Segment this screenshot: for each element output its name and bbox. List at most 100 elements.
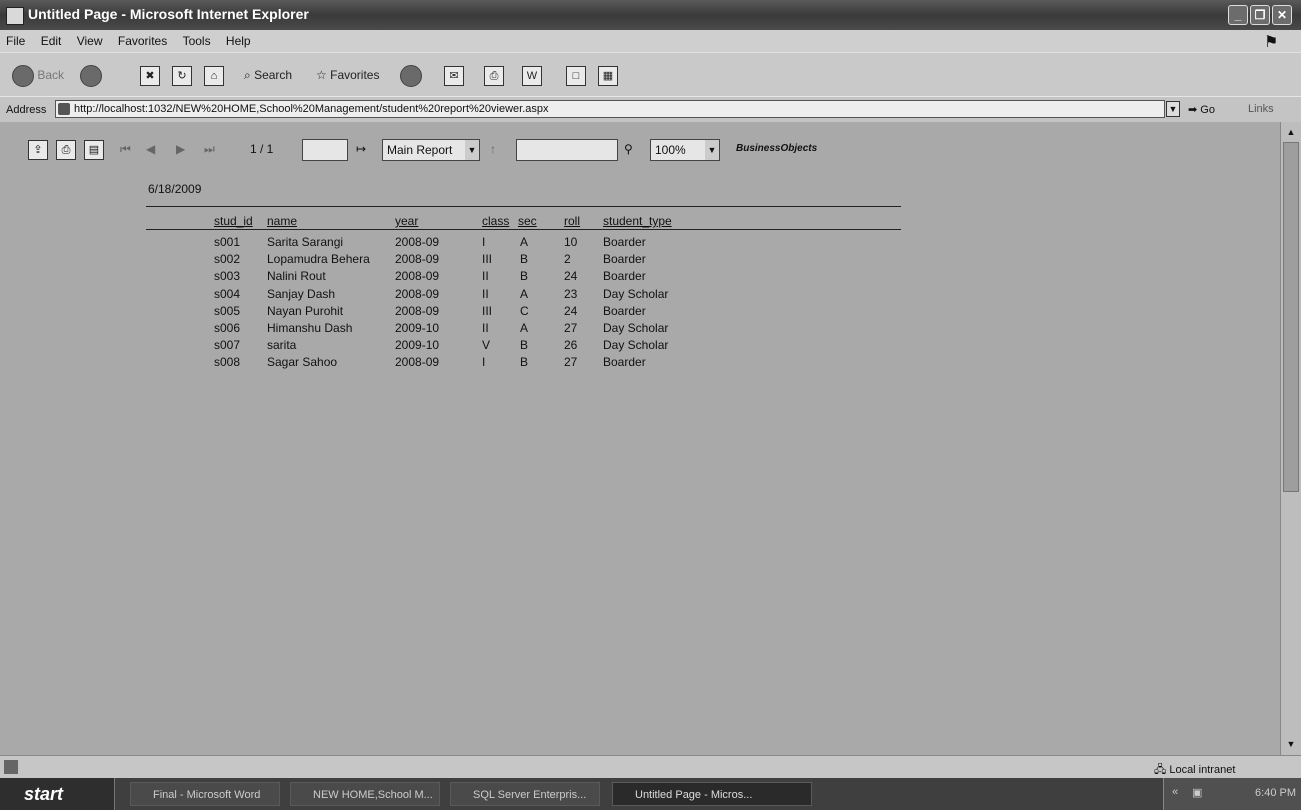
cell-stud-id: s001 xyxy=(214,235,241,249)
discuss-icon: □ xyxy=(566,65,586,86)
cell-name: Sarita Sarangi xyxy=(267,235,344,249)
task-label: Final - Microsoft Word xyxy=(153,789,261,801)
go-button[interactable]: ➡ Go xyxy=(1188,103,1215,116)
task-word[interactable]: Final - Microsoft Word xyxy=(130,782,280,806)
messenger-button[interactable]: ▦ xyxy=(598,62,618,88)
maximize-button[interactable]: ❐ xyxy=(1250,5,1270,25)
system-tray: « ▣ 6:40 PM xyxy=(1163,778,1301,810)
next-page-button[interactable]: ▶ xyxy=(176,138,185,160)
goto-page-button[interactable]: ↦ xyxy=(356,138,366,160)
url-text: http://localhost:1032/NEW%20HOME,School%… xyxy=(74,103,549,115)
star-icon: ☆ xyxy=(316,68,327,82)
edit-button[interactable]: W xyxy=(522,62,542,88)
menu-view[interactable]: View xyxy=(71,30,109,48)
ie-page-icon xyxy=(6,7,24,25)
find-button[interactable]: ⚲ xyxy=(624,138,633,160)
cell-stud-id: s004 xyxy=(214,286,241,301)
task-sql-server[interactable]: SQL Server Enterpris... xyxy=(450,782,600,806)
print-report-button[interactable]: ⎙ xyxy=(56,138,76,160)
tray-network-icon[interactable]: ▣ xyxy=(1192,786,1202,799)
go-label: Go xyxy=(1200,104,1215,116)
report-divider xyxy=(146,206,901,207)
scroll-up-icon[interactable]: ▲ xyxy=(1283,124,1299,140)
minimize-button[interactable]: _ xyxy=(1228,5,1248,25)
cell-stud-id: s002 xyxy=(214,252,241,267)
cell-class: II xyxy=(482,321,489,335)
forward-button[interactable] xyxy=(80,62,102,88)
prev-page-button[interactable]: ◀ xyxy=(146,138,155,160)
page-done-icon xyxy=(4,760,18,774)
back-arrow-icon xyxy=(12,64,34,87)
cell-name: Himanshu Dash xyxy=(267,321,353,335)
vertical-scrollbar[interactable]: ▲ ▼ xyxy=(1280,122,1301,755)
scroll-thumb[interactable] xyxy=(1283,142,1299,492)
menu-tools[interactable]: Tools xyxy=(177,30,217,48)
binoculars-icon: ⚲ xyxy=(624,142,633,156)
cell-year: 2008-09 xyxy=(395,355,440,370)
cell-roll: 23 xyxy=(564,286,578,301)
discuss-button[interactable]: □ xyxy=(566,62,586,88)
print-icon: ⎙ xyxy=(484,65,504,86)
start-button[interactable]: start xyxy=(0,778,115,810)
favorites-button[interactable]: ☆ Favorites xyxy=(316,62,379,88)
cell-roll: 2 xyxy=(564,252,571,267)
report-select[interactable]: Main Report ▼ xyxy=(382,138,480,161)
goto-arrow-icon: ↦ xyxy=(356,142,367,156)
menu-edit[interactable]: Edit xyxy=(35,30,68,48)
last-page-button[interactable]: ⏭ xyxy=(204,138,215,160)
printer-icon: ⎙ xyxy=(56,139,76,160)
drill-up-button[interactable]: ↑ xyxy=(490,138,496,160)
search-text-input[interactable] xyxy=(516,138,618,161)
cell-stud-id: s003 xyxy=(214,269,241,284)
first-page-button[interactable]: ⏮ xyxy=(120,138,131,160)
search-button[interactable]: ⌕ Search xyxy=(244,62,292,88)
mail-button[interactable]: ✉ xyxy=(444,62,464,88)
table-row: s008 Sagar Sahoo 2008-09 I B 27 Boarder xyxy=(146,355,901,372)
chevron-down-icon: ▼ xyxy=(465,139,479,160)
history-icon xyxy=(400,64,422,87)
messenger-icon: ▦ xyxy=(598,65,618,86)
links-button[interactable]: Links xyxy=(1248,103,1274,115)
url-input[interactable]: http://localhost:1032/NEW%20HOME,School%… xyxy=(55,100,1165,118)
back-button[interactable]: Back xyxy=(12,62,64,88)
address-label: Address xyxy=(6,104,47,116)
history-button[interactable] xyxy=(400,62,422,88)
task-label: Untitled Page - Micros... xyxy=(635,789,753,801)
menu-help[interactable]: Help xyxy=(220,30,257,48)
page-indicator: 1 / 1 xyxy=(250,142,274,156)
cell-sec: A xyxy=(520,286,529,301)
close-button[interactable]: ✕ xyxy=(1272,5,1292,25)
cell-student-type: Boarder xyxy=(603,303,646,318)
home-button[interactable]: ⌂ xyxy=(204,62,224,88)
task-ie[interactable]: Untitled Page - Micros... xyxy=(612,782,812,806)
cell-year: 2008-09 xyxy=(395,303,440,318)
goto-page-input[interactable] xyxy=(302,138,348,161)
cell-roll: 27 xyxy=(564,321,578,335)
zone-label: Local intranet xyxy=(1169,764,1236,776)
print-button[interactable]: ⎙ xyxy=(484,62,504,88)
export-button[interactable]: ⇪ xyxy=(28,138,48,160)
cell-sec: B xyxy=(520,252,529,267)
scroll-down-icon[interactable]: ▼ xyxy=(1283,736,1299,752)
table-row: s002 Lopamudra Behera 2008-09 III B 2 Boarder xyxy=(146,252,901,269)
cell-class: II xyxy=(482,269,489,284)
menu-file[interactable]: File xyxy=(0,30,31,48)
column-header-roll: roll xyxy=(564,214,581,228)
column-header-name: name xyxy=(267,214,298,228)
cell-roll: 26 xyxy=(564,338,578,353)
refresh-button[interactable]: ↻ xyxy=(172,62,192,88)
tray-arrow-icon[interactable]: « xyxy=(1172,786,1178,798)
menu-favorites[interactable]: Favorites xyxy=(112,30,173,48)
url-dropdown-button[interactable]: ▼ xyxy=(1166,101,1180,117)
home-icon: ⌂ xyxy=(204,65,224,86)
zoom-select[interactable]: 100% ▼ xyxy=(650,138,720,161)
cell-roll: 24 xyxy=(564,303,578,318)
cell-year: 2009-10 xyxy=(395,321,440,335)
toggle-tree-button[interactable]: ▤ xyxy=(84,138,104,160)
cell-year: 2008-09 xyxy=(395,252,440,267)
zoom-value: 100% xyxy=(655,142,686,157)
stop-button[interactable]: ✖ xyxy=(140,62,160,88)
cell-student-type: Day Scholar xyxy=(603,338,669,353)
task-folder[interactable]: NEW HOME,School M... xyxy=(290,782,440,806)
column-header-stud-id: stud_id xyxy=(214,214,253,228)
